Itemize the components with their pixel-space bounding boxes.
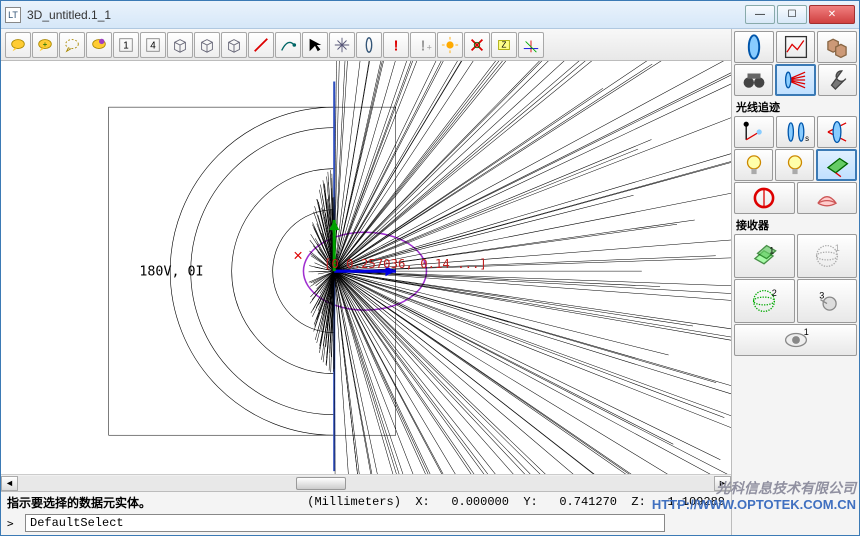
command-input[interactable]: [25, 514, 665, 532]
speech4-button[interactable]: [86, 32, 112, 58]
titlebar[interactable]: LT 3D_untitled.1_1 — ☐ ✕: [1, 1, 859, 29]
svg-text:1: 1: [123, 40, 129, 51]
globe-gray-button[interactable]: 1: [797, 234, 858, 278]
z-button[interactable]: Z: [491, 32, 517, 58]
section-label: 接收器: [734, 215, 857, 233]
minimize-button[interactable]: —: [745, 5, 775, 24]
lens-button[interactable]: [356, 32, 382, 58]
right-panel: 光线追迹 seq 接收器 1 1 2 3 1: [731, 29, 859, 535]
sys1-button[interactable]: [734, 116, 774, 148]
svg-text:seq: seq: [805, 134, 809, 143]
app-icon: LT: [5, 7, 21, 23]
eye-button[interactable]: 1: [734, 324, 857, 356]
svg-text:1: 1: [835, 243, 840, 253]
arrow-button[interactable]: [302, 32, 328, 58]
cube1-button[interactable]: [167, 32, 193, 58]
planes-button[interactable]: 1: [734, 234, 795, 278]
scroll-right-arrow[interactable]: ►: [714, 476, 731, 491]
svg-text:1: 1: [769, 245, 774, 255]
svg-text:×: ×: [293, 247, 303, 265]
horizontal-scrollbar[interactable]: ◄ ►: [1, 474, 731, 491]
svg-text:2: 2: [772, 288, 777, 298]
cube2-button[interactable]: [194, 32, 220, 58]
svg-text:3: 3: [819, 290, 824, 300]
fan-button[interactable]: [775, 64, 816, 96]
status-coords: (Millimeters) X: 0.000000 Y: 0.741270 Z:…: [267, 495, 725, 509]
app-window: LT 3D_untitled.1_1 — ☐ ✕ +14!!+Z ×180V, …: [0, 0, 860, 536]
command-prompt-icon: >: [7, 517, 19, 530]
wrench-button[interactable]: [818, 64, 857, 96]
section-label: 光线追迹: [734, 97, 857, 115]
cube3-button[interactable]: [221, 32, 247, 58]
svg-text:[0 0.257036, 0.14 ...]: [0 0.257036, 0.14 ...]: [324, 257, 487, 271]
speech2-button[interactable]: +: [32, 32, 58, 58]
maximize-button[interactable]: ☐: [777, 5, 807, 24]
svg-text:+: +: [427, 42, 432, 52]
sph3-button[interactable]: 3: [797, 279, 858, 323]
main-toolbar: +14!!+Z: [1, 29, 731, 61]
speech1-button[interactable]: [5, 32, 31, 58]
svg-text:Z: Z: [502, 40, 507, 49]
status-bar: 指示要选择的数据元实体。 (Millimeters) X: 0.000000 Y…: [1, 491, 731, 535]
globe-green-button[interactable]: 2: [734, 279, 795, 323]
graph-button[interactable]: [776, 31, 816, 63]
bulb1-button[interactable]: [734, 149, 773, 181]
svg-text:4: 4: [150, 40, 156, 51]
svg-text:+: +: [43, 39, 48, 48]
svg-text:1: 1: [803, 327, 808, 337]
axis-button[interactable]: [518, 32, 544, 58]
svg-text:180V, 0I: 180V, 0I: [139, 264, 203, 279]
scroll-track[interactable]: [18, 476, 714, 491]
grid-button[interactable]: [329, 32, 355, 58]
svg-text:!: !: [421, 38, 426, 54]
lens-blue-button[interactable]: [734, 31, 774, 63]
svg-text:!: !: [394, 38, 399, 54]
line-button[interactable]: [248, 32, 274, 58]
sun-button[interactable]: [437, 32, 463, 58]
curve-button[interactable]: [275, 32, 301, 58]
green-plane-button[interactable]: [816, 149, 857, 181]
cross-button[interactable]: [464, 32, 490, 58]
scroll-left-arrow[interactable]: ◄: [1, 476, 18, 491]
binoc-button[interactable]: [734, 64, 773, 96]
bulb2-button[interactable]: [775, 149, 814, 181]
excl2-button[interactable]: !+: [410, 32, 436, 58]
sys2-button[interactable]: seq: [776, 116, 816, 148]
boxes-button[interactable]: [817, 31, 857, 63]
speech3-button[interactable]: [59, 32, 85, 58]
num4-button[interactable]: 4: [140, 32, 166, 58]
surf-button[interactable]: [797, 182, 858, 214]
ray-plot: × 180V, 0I [0 0.257036, 0.14 ...]: [1, 61, 731, 474]
viewport-3d[interactable]: × 180V, 0I [0 0.257036, 0.14 ...]: [1, 61, 731, 474]
sys3-button[interactable]: [817, 116, 857, 148]
window-title: 3D_untitled.1_1: [27, 8, 745, 22]
scroll-thumb[interactable]: [296, 477, 346, 490]
num1-button[interactable]: 1: [113, 32, 139, 58]
close-button[interactable]: ✕: [809, 5, 855, 24]
status-hint: 指示要选择的数据元实体。: [7, 494, 257, 511]
circle-red-button[interactable]: [734, 182, 795, 214]
excl-button[interactable]: !: [383, 32, 409, 58]
